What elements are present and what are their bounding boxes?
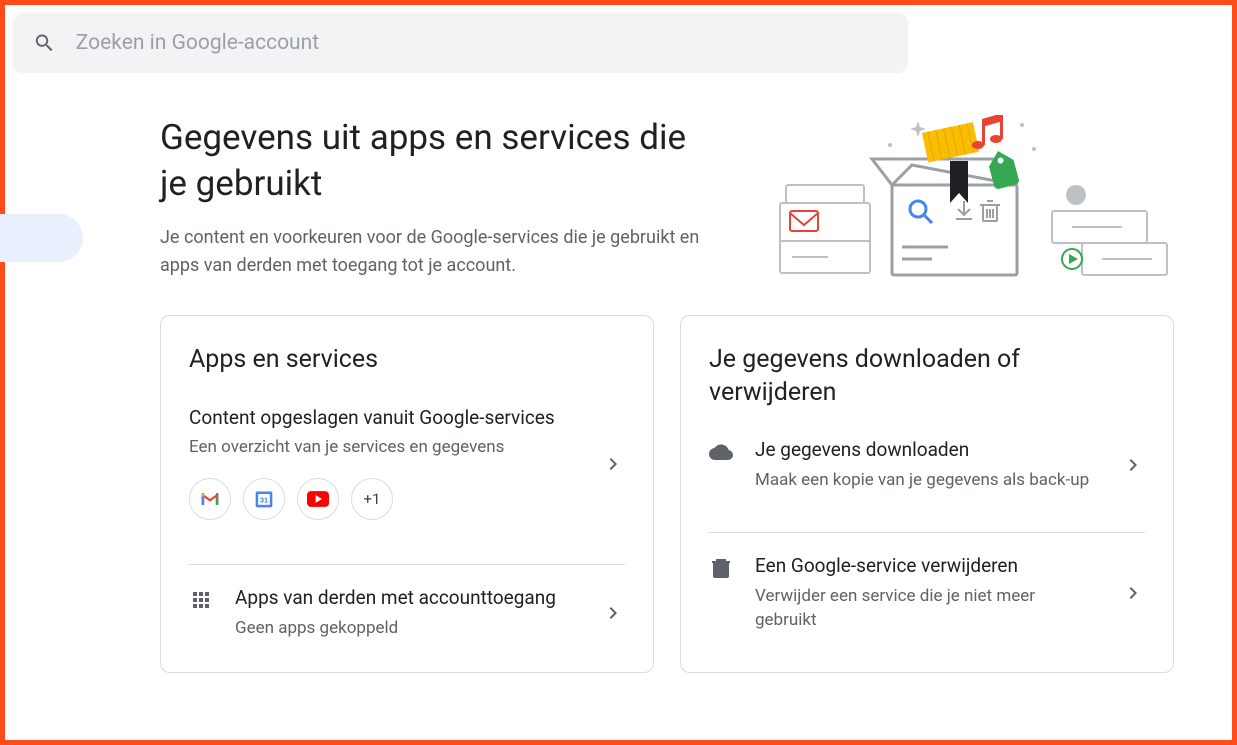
row-download-title: Je gegevens downloaden [755, 437, 1099, 463]
page-subtitle: Je content en voorkeuren voor de Google-… [160, 224, 720, 280]
row-google-content-subtitle: Een overzicht van je services en gegeven… [189, 436, 579, 460]
gmail-icon [200, 491, 220, 507]
chevron-right-icon [1121, 581, 1145, 605]
row-google-content[interactable]: Content opgeslagen vanuit Google-service… [189, 405, 625, 544]
chevron-right-icon [1121, 453, 1145, 477]
chip-calendar[interactable]: 31 [243, 478, 285, 520]
sidebar-active-pill [0, 214, 83, 262]
card-apps-title: Apps en services [189, 344, 625, 377]
service-chips: 31 +1 [189, 478, 579, 520]
chevron-right-icon [601, 601, 625, 625]
header-text: Gegevens uit apps en services die je geb… [160, 115, 720, 280]
page-title: Gegevens uit apps en services die je geb… [160, 115, 720, 206]
svg-text:31: 31 [260, 495, 268, 504]
header: Gegevens uit apps en services die je geb… [160, 115, 1172, 285]
chip-more-label: +1 [364, 490, 381, 508]
cloud-download-icon [709, 440, 733, 464]
page: Gegevens uit apps en services die je geb… [5, 5, 1232, 740]
row-delete-subtitle: Verwijder een service die je niet meer g… [755, 585, 1099, 633]
chip-youtube[interactable] [297, 478, 339, 520]
chip-more[interactable]: +1 [351, 478, 393, 520]
card-data-title: Je gegevens downloaden of verwijderen [709, 344, 1145, 409]
row-third-party-subtitle: Geen apps gekoppeld [235, 617, 579, 641]
chevron-right-icon [601, 452, 625, 476]
row-download-data[interactable]: Je gegevens downloaden Maak een kopie va… [709, 437, 1145, 512]
search-icon [33, 31, 56, 55]
chip-gmail[interactable] [189, 478, 231, 520]
youtube-icon [307, 491, 329, 507]
calendar-icon: 31 [254, 489, 274, 509]
row-third-party[interactable]: Apps van derden met accounttoegang Geen … [189, 564, 625, 662]
trash-icon [709, 556, 733, 580]
cards-row: Apps en services Content opgeslagen vanu… [160, 315, 1174, 673]
search-input[interactable] [76, 31, 888, 55]
apps-grid-icon [189, 588, 213, 612]
card-apps-services: Apps en services Content opgeslagen vanu… [160, 315, 654, 673]
row-google-content-title: Content opgeslagen vanuit Google-service… [189, 405, 579, 431]
row-download-subtitle: Maak een kopie van je gegevens als back-… [755, 469, 1099, 493]
row-delete-title: Een Google-service verwijderen [755, 553, 1099, 579]
hero-illustration [772, 115, 1172, 285]
row-delete-service[interactable]: Een Google-service verwijderen Verwijder… [709, 532, 1145, 654]
search-bar[interactable] [13, 13, 908, 73]
row-third-party-title: Apps van derden met accounttoegang [235, 585, 579, 611]
card-download-delete: Je gegevens downloaden of verwijderen Je… [680, 315, 1174, 673]
